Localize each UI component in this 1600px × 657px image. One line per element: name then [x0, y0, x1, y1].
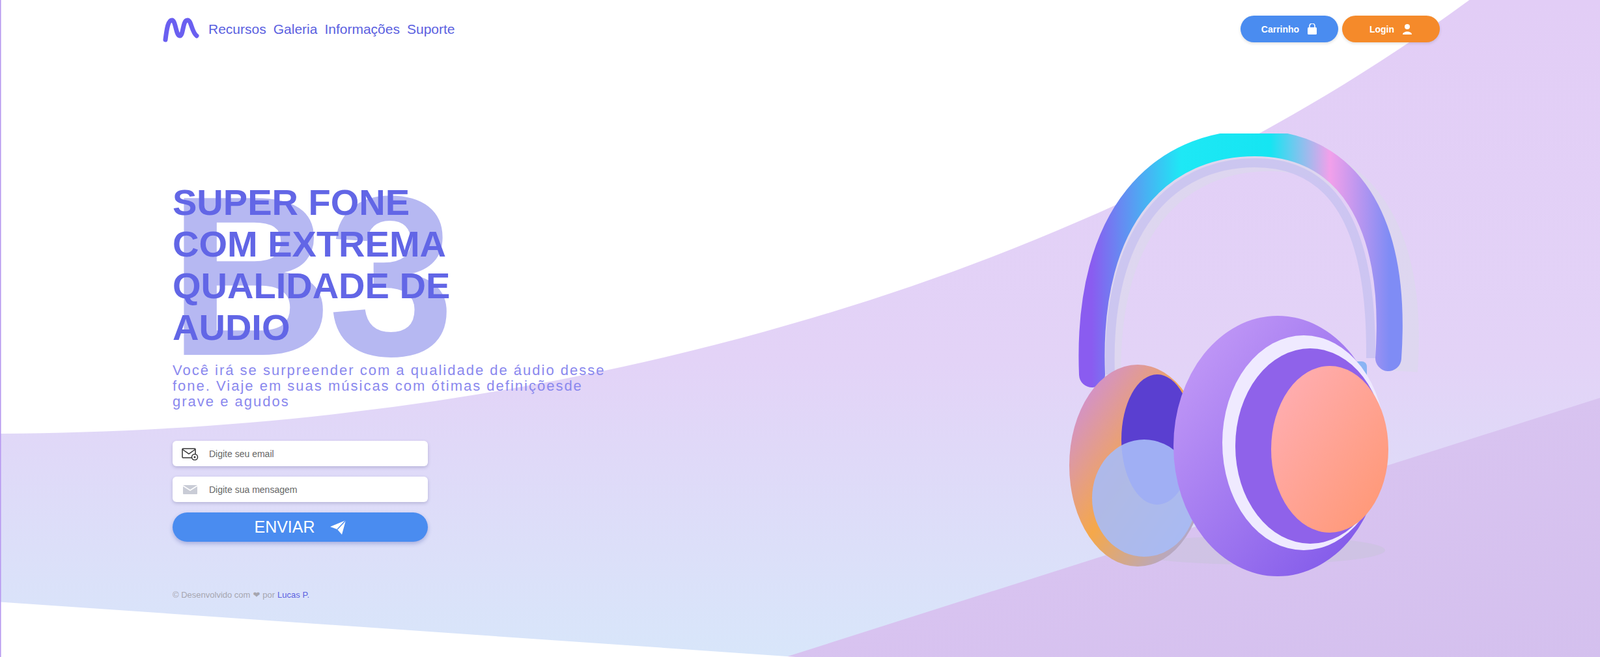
- user-icon: [1402, 23, 1413, 36]
- send-button[interactable]: ENVIAR: [172, 512, 428, 542]
- footer: © Desenvolvido com ❤ por Lucas P.: [172, 589, 616, 600]
- headphones-illustration: [1059, 133, 1425, 583]
- hero-title: SUPER FONE COM EXTREMA QUALIDADE DE AUDI…: [172, 181, 499, 349]
- footer-by: por: [262, 589, 275, 600]
- nav-link[interactable]: Informações: [324, 21, 400, 38]
- nav-link[interactable]: Galeria: [273, 21, 318, 38]
- envelope-icon: [181, 483, 199, 497]
- top-bar: Recursos Galeria Informações Suporte Carrin…: [0, 0, 1600, 43]
- message-field: [172, 476, 428, 503]
- email-field: [172, 440, 428, 467]
- logo-icon[interactable]: [161, 16, 200, 43]
- header-actions: Carrinho Login: [1240, 15, 1440, 43]
- paper-plane-icon: [329, 519, 347, 536]
- message-input[interactable]: [207, 483, 419, 496]
- contact-form: ENVIAR: [172, 440, 428, 542]
- send-label: ENVIAR: [253, 517, 315, 537]
- login-button[interactable]: Login: [1342, 15, 1440, 43]
- cart-button[interactable]: Carrinho: [1240, 15, 1339, 43]
- button-label: Login: [1369, 24, 1395, 35]
- email-icon: [181, 447, 199, 461]
- heart-icon: ❤: [252, 589, 260, 600]
- footer-prefix: © Desenvolvido com: [172, 589, 251, 600]
- shopping-bag-icon: [1306, 23, 1318, 36]
- nav-menu: Recursos Galeria Informações Suporte: [208, 21, 456, 38]
- email-input[interactable]: [207, 448, 419, 460]
- nav-link[interactable]: Recursos: [208, 21, 267, 38]
- nav-link[interactable]: Suporte: [407, 21, 456, 38]
- author-link[interactable]: Lucas P.: [277, 589, 310, 600]
- button-label: Carrinho: [1261, 24, 1300, 35]
